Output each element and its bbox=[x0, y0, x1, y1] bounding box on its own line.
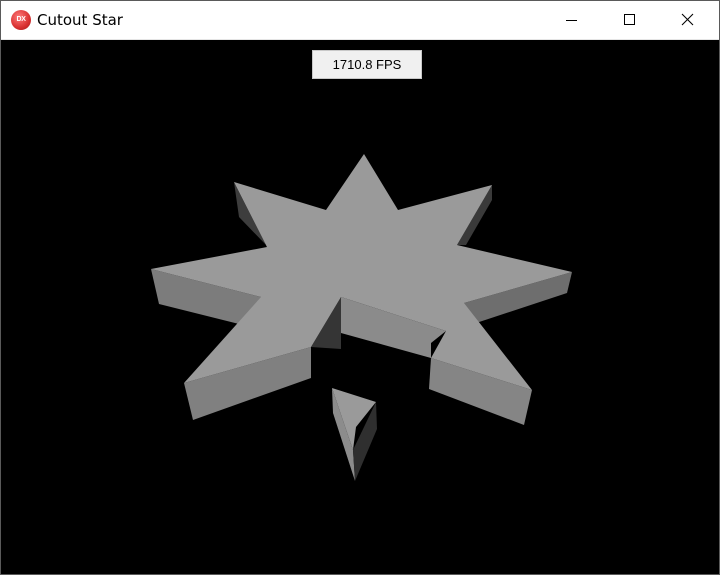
close-icon bbox=[681, 13, 694, 26]
cutout-star-3d-render bbox=[151, 154, 572, 481]
close-button[interactable] bbox=[665, 1, 711, 39]
minimize-icon bbox=[566, 20, 577, 21]
maximize-icon bbox=[624, 14, 635, 25]
window-title: Cutout Star bbox=[37, 11, 123, 29]
star-top-face bbox=[151, 154, 572, 390]
directx-app-icon: DX bbox=[11, 10, 31, 30]
render-viewport[interactable]: 1710.8 FPS bbox=[1, 40, 719, 574]
title-bar[interactable]: DX Cutout Star bbox=[1, 1, 719, 40]
minimize-button[interactable] bbox=[549, 1, 595, 39]
maximize-button[interactable] bbox=[607, 1, 653, 39]
app-window: DX Cutout Star 1710.8 FPS bbox=[0, 0, 720, 575]
